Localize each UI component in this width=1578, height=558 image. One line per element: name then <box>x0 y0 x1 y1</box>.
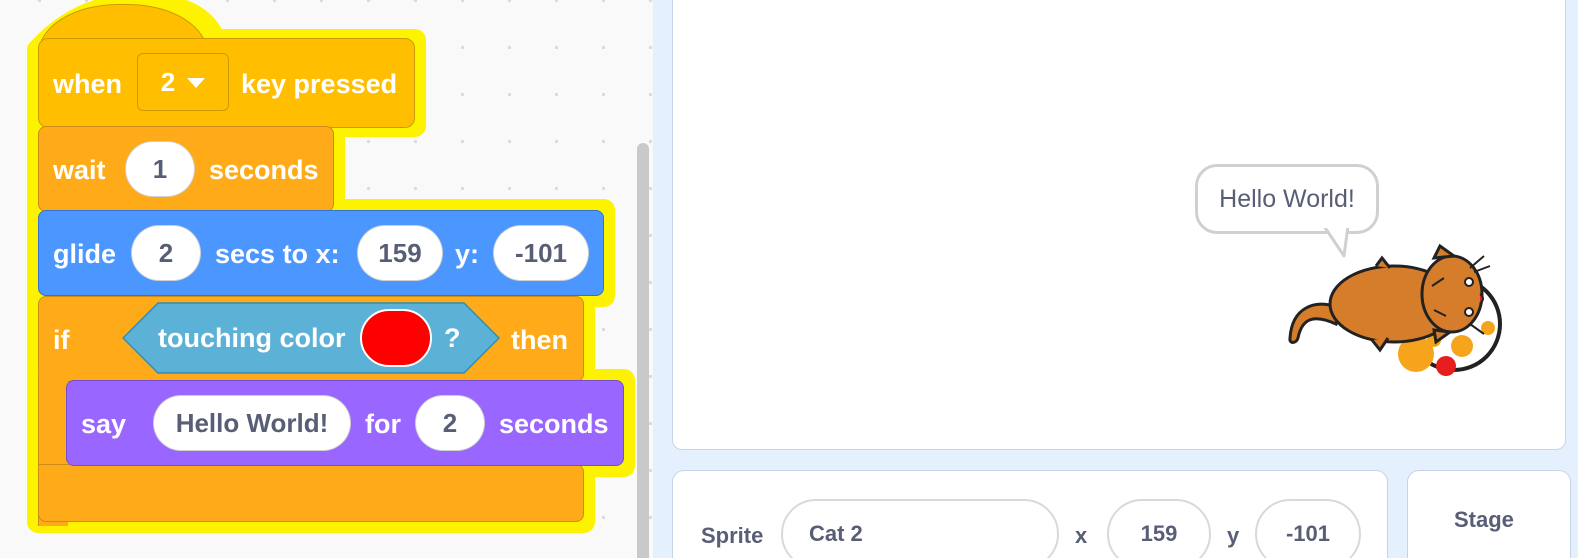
if-block-bottom <box>38 464 584 522</box>
say-seconds-label: seconds <box>499 409 609 439</box>
secs-to-x-label: secs to x: <box>215 239 340 269</box>
say-for-secs-block[interactable]: say Hello World! for 2 seconds <box>66 380 624 466</box>
glide-label: glide <box>53 239 117 269</box>
sprite-info-pane: Sprite Cat 2 x 159 y -101 <box>672 470 1388 558</box>
glide-x-input[interactable]: 159 <box>357 225 443 281</box>
touching-color-label: touching color <box>158 323 346 353</box>
glide-y-label: y: <box>455 239 480 269</box>
glide-y-input[interactable]: -101 <box>493 225 589 281</box>
question-mark-label: ? <box>444 323 461 353</box>
glide-block[interactable]: glide 2 secs to x: 159 y: -101 <box>38 210 604 296</box>
glide-secs-input[interactable]: 2 <box>131 225 201 281</box>
touching-color-block[interactable]: touching color ? <box>122 302 500 374</box>
when-key-pressed-block[interactable]: when 2 key pressed <box>38 38 415 128</box>
sprite-y-input[interactable]: -101 <box>1255 499 1361 558</box>
then-label: then <box>511 325 568 355</box>
sprite-x-input[interactable]: 159 <box>1107 499 1211 558</box>
wait-label: wait <box>53 155 106 185</box>
stage-selector-pane[interactable]: Stage <box>1407 470 1571 558</box>
for-label: for <box>365 409 401 439</box>
wait-seconds-input[interactable]: 1 <box>125 141 195 197</box>
say-label: say <box>81 409 127 439</box>
key-dropdown[interactable]: 2 <box>137 53 229 111</box>
stage-label: Stage <box>1454 507 1514 532</box>
sprite-label: Sprite <box>701 523 764 548</box>
dropdown-caret-icon <box>187 78 206 88</box>
if-label: if <box>53 325 70 355</box>
key-value: 2 <box>160 66 176 97</box>
key-pressed-label: key pressed <box>241 69 398 99</box>
wait-block[interactable]: wait 1 seconds <box>38 126 334 212</box>
y-label: y <box>1227 523 1240 548</box>
wait-seconds-label: seconds <box>209 155 319 185</box>
when-label: when <box>53 69 123 99</box>
cat-sprite-icon[interactable] <box>1284 238 1510 388</box>
sprite-name-input[interactable]: Cat 2 <box>781 499 1059 558</box>
say-secs-input[interactable]: 2 <box>415 395 485 451</box>
say-message-input[interactable]: Hello World! <box>153 395 351 451</box>
color-swatch[interactable] <box>360 309 432 367</box>
x-label: x <box>1075 523 1088 548</box>
script-workspace[interactable]: when 2 key pressed wait 1 seconds glide … <box>0 0 653 558</box>
